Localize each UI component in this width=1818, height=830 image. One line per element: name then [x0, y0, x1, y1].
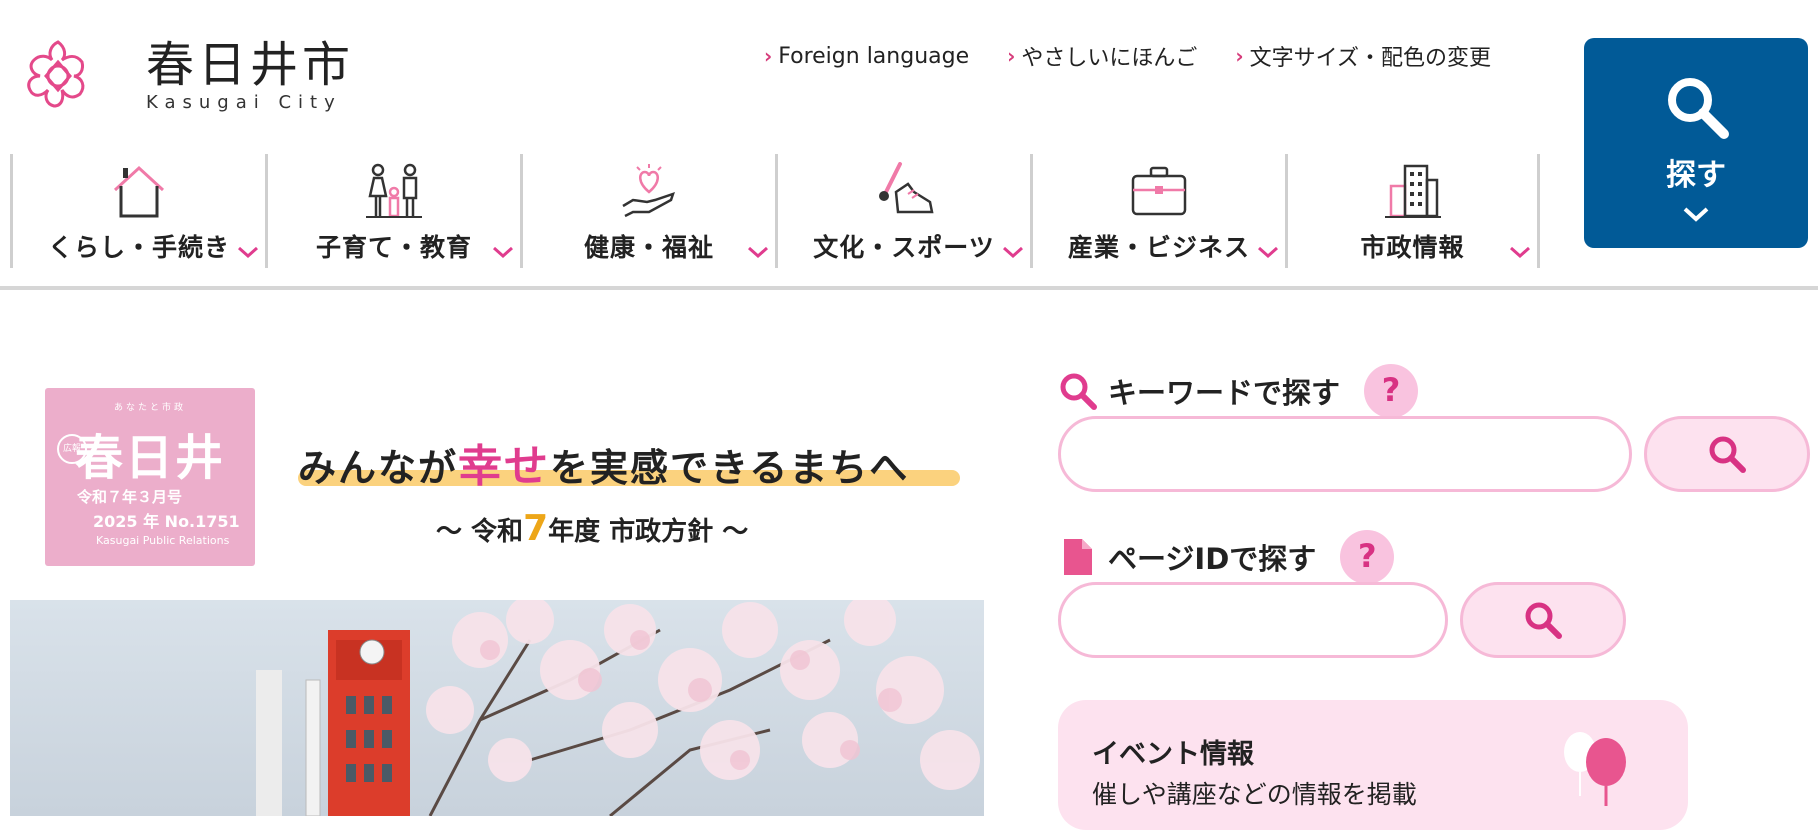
chevron-down-icon: [1003, 246, 1023, 258]
heart-hand-icon: [622, 164, 675, 218]
site-name-en: Kasugai City: [146, 92, 342, 113]
chevron-down-icon: [493, 246, 513, 258]
site-logo[interactable]: 春日井市 Kasugai City: [22, 37, 355, 113]
nav-item-health-welfare[interactable]: 健康・福祉: [520, 154, 775, 268]
chevron-right-icon: ›: [1235, 44, 1244, 68]
document-icon: [1064, 539, 1092, 575]
chevron-down-icon: [1510, 246, 1530, 258]
search-icon: [1668, 78, 1729, 139]
nav-item-culture-sports[interactable]: 文化・スポーツ: [775, 154, 1030, 268]
chevron-down-icon: [1683, 207, 1709, 222]
nav-item-city-admin[interactable]: 市政情報: [1285, 154, 1540, 268]
search-icon: [1060, 373, 1097, 410]
nav-item-childcare[interactable]: 子育て・教育: [265, 154, 520, 268]
chevron-down-icon: [1258, 246, 1278, 258]
chevron-right-icon: ›: [764, 44, 773, 68]
banner-subheadline: 〜 令和7年度 市政方針 〜: [436, 508, 749, 549]
briefcase-icon: [1131, 166, 1187, 216]
global-search-button[interactable]: 探す: [1584, 38, 1808, 248]
pageid-help-button[interactable]: ?: [1340, 530, 1395, 584]
site-name: 春日井市: [146, 37, 355, 93]
chevron-down-icon: [748, 246, 768, 258]
utility-links: › Foreign language › やさしいにほんご › 文字サイズ・配色…: [764, 40, 1529, 72]
keyword-search-input[interactable]: [1058, 416, 1632, 492]
cherry-blossom-logo-icon: [27, 40, 85, 108]
site-header: 春日井市 Kasugai City › Foreign language › や…: [0, 0, 1818, 290]
chevron-down-icon: [238, 246, 258, 258]
nav-item-industry-business[interactable]: 産業・ビジネス: [1030, 154, 1285, 268]
balloon-icon: [1564, 732, 1626, 806]
house-icon: [113, 165, 165, 218]
building-icon: [1384, 164, 1441, 218]
main-banner[interactable]: あなたと市政 広報 春日井 令和７年３月号 2025 年 No.1751 Kas…: [10, 380, 984, 816]
cherry-blossom-photo: [10, 600, 984, 816]
pageid-search-heading: ページIDで探す ?: [1058, 530, 1395, 584]
pageid-search-submit-button[interactable]: [1460, 582, 1626, 658]
keyword-search-submit-button[interactable]: [1644, 416, 1810, 492]
search-icon: [1525, 602, 1562, 639]
brush-shoe-icon: [879, 162, 934, 214]
text-size-color-link[interactable]: › 文字サイズ・配色の変更: [1235, 40, 1491, 72]
chevron-right-icon: ›: [1007, 44, 1016, 68]
pageid-search-input[interactable]: [1058, 582, 1448, 658]
event-info-card[interactable]: イベント情報 催しや講座などの情報を掲載: [1058, 700, 1688, 830]
foreign-language-link[interactable]: › Foreign language: [764, 40, 969, 72]
banner-headline: みんなが幸せを実感できるまちへ: [298, 441, 910, 492]
keyword-help-button[interactable]: ?: [1364, 364, 1419, 418]
search-icon: [1709, 436, 1746, 473]
family-icon: [366, 163, 422, 218]
keyword-search-heading: キーワードで探す ?: [1058, 364, 1419, 418]
easy-japanese-link[interactable]: › やさしいにほんご: [1007, 40, 1197, 72]
nav-item-living[interactable]: くらし・手続き: [10, 154, 265, 268]
main-nav: くらし・手続き 子育て・教育 健康・福祉 文化・スポーツ 産業・ビジネス 市政情…: [10, 154, 1540, 268]
public-relations-badge: あなたと市政 広報 春日井 令和７年３月号 2025 年 No.1751 Kas…: [45, 388, 255, 566]
